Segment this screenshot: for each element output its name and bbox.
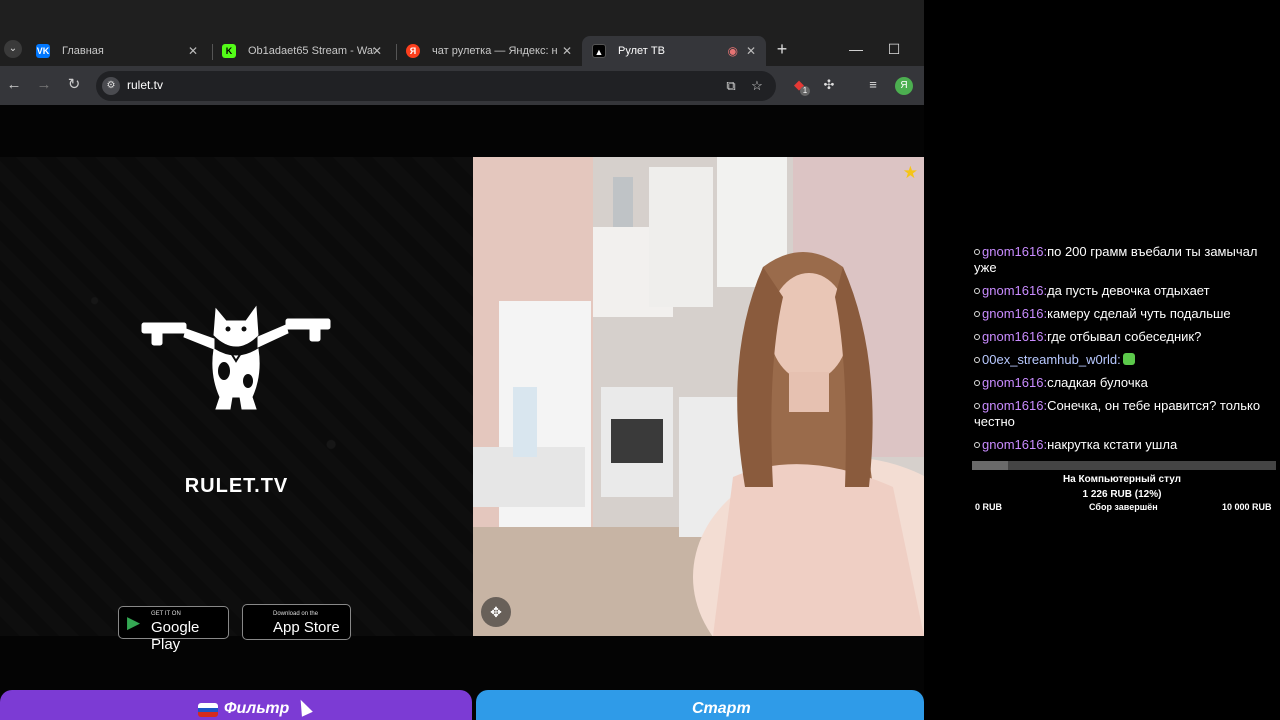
- chat-nick: gnom1616:: [982, 283, 1048, 298]
- bookmark-star-icon[interactable]: ☆: [748, 77, 766, 95]
- tab-title: чат рулетка — Яндекс: наш: [432, 45, 558, 57]
- goal-title: На Компьютерный стул: [1062, 474, 1182, 485]
- vk-icon: VK: [36, 44, 50, 58]
- chat-badge-icon: [974, 442, 980, 448]
- tab-vk[interactable]: VK Главная ✕: [26, 36, 208, 66]
- chat-badge-icon: [974, 357, 980, 363]
- reload-button[interactable]: ↻: [64, 75, 84, 95]
- start-label: Старт: [692, 700, 751, 717]
- site-info-icon[interactable]: ⚙: [102, 77, 120, 95]
- chat-message: gnom1616:где отбывал собеседник?: [974, 329, 1274, 345]
- chat-badge-icon: [974, 380, 980, 386]
- chat-text: накрутка кстати ушла: [1047, 437, 1178, 452]
- chat-message: gnom1616:камеру сделай чуть подальше: [974, 306, 1274, 322]
- chat-nick: gnom1616:: [982, 306, 1048, 321]
- chat-badge-icon: [974, 311, 980, 317]
- chat-message: gnom1616:накрутка кстати ушла: [974, 437, 1274, 453]
- tab-kick[interactable]: K Ob1adaet65 Stream - Watch ✕: [212, 36, 392, 66]
- tab-strip: ⌄ VK Главная ✕ K Ob1adaet65 Stream - Wat…: [0, 32, 924, 66]
- tab-title: Главная: [62, 45, 104, 57]
- chat-panel: gnom1616:по 200 грамм въебали ты замычал…: [974, 244, 1274, 460]
- address-bar[interactable]: ⚙ rulet.tv ⧉ ☆: [96, 71, 776, 101]
- chat-badge-icon: [974, 403, 980, 409]
- back-button[interactable]: ←: [4, 75, 24, 95]
- promo-panel: RULET.TV ▶ GET IT ON Google Play Downloa…: [0, 157, 473, 653]
- tab-close-icon[interactable]: ✕: [372, 36, 382, 66]
- goal-progress-bar: [972, 461, 1276, 470]
- browser-toolbar: ← → ↻ ⚙ rulet.tv ⧉ ☆ ◆ 1 ✣ ≡ Я: [0, 66, 924, 105]
- chat-nick: gnom1616:: [982, 398, 1048, 413]
- extension-badge: 1: [800, 86, 810, 96]
- kick-icon: K: [222, 44, 236, 58]
- chat-nick: gnom1616:: [982, 244, 1048, 259]
- chat-text: сладкая булочка: [1047, 375, 1148, 390]
- app-store-label: App Store: [273, 619, 340, 636]
- tab-rulet-active[interactable]: ▲ Рулет ТВ ◉ ✕: [582, 36, 766, 66]
- start-button[interactable]: Старт: [476, 690, 924, 720]
- maximize-button[interactable]: ☐: [884, 40, 904, 58]
- gamepad-icon[interactable]: ✥: [481, 597, 511, 627]
- favorite-star-icon[interactable]: ★: [903, 163, 918, 183]
- goal-min: 0 RUB: [975, 502, 1003, 512]
- stream-overlay: gnom1616:по 200 грамм въебали ты замычал…: [924, 0, 1280, 720]
- install-app-icon[interactable]: ⧉: [722, 77, 740, 95]
- browser-chrome: ⌄ VK Главная ✕ K Ob1adaet65 Stream - Wat…: [0, 0, 924, 105]
- chat-nick: gnom1616:: [982, 329, 1048, 344]
- partner-video: ★ ✥: [473, 157, 924, 636]
- new-tab-button[interactable]: +: [772, 40, 792, 60]
- chat-nick: gnom1616:: [982, 375, 1048, 390]
- chat-message: 00ex_streamhub_w0rld:: [974, 352, 1274, 368]
- google-play-caption: GET IT ON: [151, 611, 181, 617]
- filter-button[interactable]: Фильтр: [0, 690, 472, 720]
- chat-badge-icon: [974, 334, 980, 340]
- google-play-label: Google Play: [151, 619, 200, 653]
- goal-max: 10 000 RUB: [1222, 502, 1272, 512]
- rulet-cat-logo: [141, 305, 331, 410]
- chat-message: gnom1616:да пусть девочка отдыхает: [974, 283, 1274, 299]
- chat-nick: gnom1616:: [982, 437, 1048, 452]
- chat-badge-icon: [974, 288, 980, 294]
- goal-progress-fill: [972, 461, 1009, 470]
- chat-text: да пусть девочка отдыхает: [1047, 283, 1210, 298]
- chat-message: gnom1616:сладкая булочка: [974, 375, 1274, 391]
- filter-label: Фильтр: [224, 700, 290, 717]
- video-frame: [473, 157, 924, 636]
- goal-status: Сбор завершён: [1089, 502, 1158, 512]
- chat-badge-icon: [974, 249, 980, 255]
- url-text: rulet.tv: [127, 78, 164, 92]
- app-store-button[interactable]: Download on the App Store: [242, 604, 351, 640]
- chat-nick: 00ex_streamhub_w0rld:: [982, 352, 1121, 367]
- russia-flag-icon: [198, 703, 218, 717]
- goal-amount: 1 226 RUB (12%): [1082, 489, 1162, 500]
- profile-avatar[interactable]: Я: [895, 77, 913, 95]
- tab-title: Рулет ТВ: [618, 45, 665, 57]
- chat-message: gnom1616:по 200 грамм въебали ты замычал…: [974, 244, 1274, 276]
- tab-close-icon[interactable]: ✕: [746, 36, 756, 66]
- rulet-icon: ▲: [592, 44, 606, 58]
- yandex-icon: Я: [406, 44, 420, 58]
- tab-close-icon[interactable]: ✕: [562, 36, 572, 66]
- google-play-button[interactable]: ▶ GET IT ON Google Play: [118, 606, 229, 653]
- tab-search-button[interactable]: ⌄: [4, 40, 22, 58]
- google-play-icon: ▶: [127, 613, 141, 632]
- chat-text: камеру сделай чуть подальше: [1047, 306, 1231, 321]
- chat-message: gnom1616:Сонечка, он тебе нравится? толь…: [974, 398, 1274, 430]
- tab-close-icon[interactable]: ✕: [188, 36, 198, 66]
- logo-wordmark: RULET.TV: [184, 475, 289, 497]
- tab-yandex[interactable]: Я чат рулетка — Яндекс: наш ✕: [396, 36, 582, 66]
- tab-title: Ob1adaet65 Stream - Watch: [248, 45, 374, 57]
- chat-text: где отбывал собеседник?: [1047, 329, 1202, 344]
- minimize-button[interactable]: —: [846, 40, 866, 58]
- emote-icon: [1122, 353, 1135, 365]
- app-store-caption: Download on the: [273, 611, 319, 617]
- extensions-puzzle-icon[interactable]: ✣: [820, 76, 838, 94]
- media-control-icon[interactable]: ≡: [864, 76, 882, 94]
- recording-icon: ◉: [727, 44, 738, 58]
- forward-button[interactable]: →: [34, 75, 54, 95]
- web-page: RULET.TV ▶ GET IT ON Google Play Downloa…: [0, 105, 924, 720]
